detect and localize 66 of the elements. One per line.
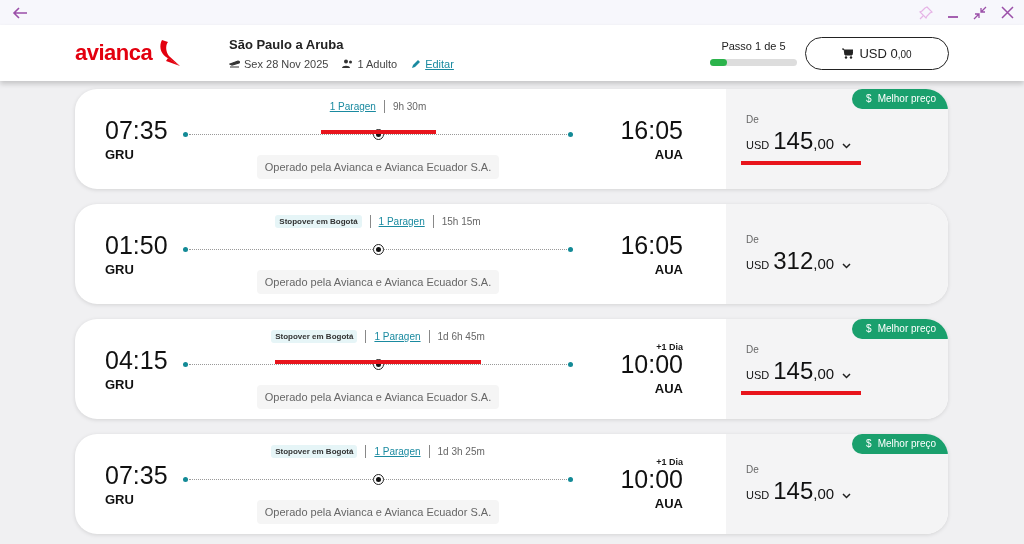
- price-button[interactable]: USD 312,00: [746, 246, 852, 275]
- from-label: De: [746, 113, 760, 125]
- chevron-down-icon: [842, 372, 852, 379]
- flight-card[interactable]: 07:35 GRU 1 Paragen 9h 30m Operado pela Avianca e Avianca Ecuador S.A. 16:05 AUA De USD 145,00 $ Melhor preço: [75, 89, 948, 189]
- departure-time: 07:35: [105, 116, 169, 143]
- operator-note: Operado pela Avianca e Avianca Ecuador S.A.: [256, 500, 500, 524]
- price-button[interactable]: USD 145,00: [746, 356, 852, 385]
- price-button[interactable]: USD 145,00: [746, 126, 852, 155]
- pencil-icon[interactable]: [411, 58, 422, 69]
- flight-card[interactable]: 01:50 GRU Stopover em Bogotá 1 Paragen 15h 15m Operado pela Avianca e Avianca Ecuador S.A. 16:05 AUA De USD 312,00: [75, 204, 948, 304]
- close-icon[interactable]: [1001, 6, 1014, 19]
- price-button[interactable]: USD 145,00: [746, 476, 852, 505]
- stops-link[interactable]: 1 Paragen: [374, 330, 421, 342]
- airport-code: GRU: [105, 491, 135, 507]
- departure-time: 01:50: [105, 231, 169, 258]
- flight-duration: 1d 6h 45m: [437, 330, 485, 342]
- airport-code: GRU: [105, 146, 135, 162]
- people-icon: [342, 59, 354, 68]
- flight-card[interactable]: 07:35 GRU Stopover em Bogotá 1 Paragen 1d 3h 25m Operado pela Avianca e Avianca Ecuador S.A. +1 Dia 10:00 AUA De USD 145,00 $ Melhor preço: [75, 434, 948, 534]
- airport-code: AUA: [654, 496, 683, 511]
- edit-link[interactable]: Editar: [425, 57, 454, 70]
- day-offset: +1 Dia: [656, 457, 683, 468]
- flight-duration: 15h 15m: [441, 215, 481, 227]
- step-label: Passo 1 de 5: [721, 40, 786, 52]
- airport-code: AUA: [654, 261, 683, 277]
- cart-icon: [842, 47, 854, 59]
- stops-link[interactable]: 1 Paragen: [374, 445, 421, 457]
- from-label: De: [746, 343, 760, 355]
- airport-code: AUA: [654, 146, 683, 162]
- arrival-time: 16:05: [620, 116, 683, 143]
- plane-takeoff-icon: [229, 59, 240, 68]
- from-label: De: [746, 463, 760, 475]
- collapse-icon[interactable]: [973, 5, 987, 20]
- passenger-count: 1 Adulto: [357, 57, 398, 70]
- flight-date: Sex 28 Nov 2025: [244, 57, 329, 70]
- flight-duration: 1d 3h 25m: [437, 445, 485, 457]
- from-label: De: [746, 233, 760, 245]
- day-offset: +1 Dia: [656, 342, 683, 353]
- flight-duration: 9h 30m: [392, 100, 427, 112]
- arrival-time: 10:00: [620, 466, 683, 492]
- airport-code: GRU: [105, 376, 135, 392]
- airport-code: AUA: [654, 381, 683, 396]
- stopover-tag: Stopover em Bogotá: [271, 444, 358, 458]
- route-title: São Paulo a Aruba: [229, 36, 345, 52]
- best-price-badge: $ Melhor preço: [852, 434, 948, 454]
- airport-code: GRU: [105, 261, 135, 277]
- chevron-down-icon: [842, 142, 852, 149]
- operator-note: Operado pela Avianca e Avianca Ecuador S.A.: [256, 155, 500, 179]
- chevron-down-icon: [842, 492, 852, 499]
- chevron-down-icon: [842, 262, 852, 269]
- back-arrow-icon[interactable]: [12, 5, 28, 20]
- flight-card[interactable]: 04:15 GRU Stopover em Bogotá 1 Paragen 1d 6h 45m Operado pela Avianca e Avianca Ecuador S.A. +1 Dia 10:00 AUA De USD 145,00 $ Melhor preço: [75, 319, 948, 419]
- stopover-tag: Stopover em Bogotá: [275, 214, 362, 228]
- cart-button[interactable]: USD 0,00: [805, 36, 949, 70]
- arrival-time: 16:05: [620, 231, 683, 258]
- departure-time: 04:15: [105, 346, 169, 373]
- stops-link[interactable]: 1 Paragen: [329, 100, 376, 112]
- operator-note: Operado pela Avianca e Avianca Ecuador S.A.: [256, 385, 500, 409]
- best-price-badge: $ Melhor preço: [852, 319, 948, 339]
- stops-link[interactable]: 1 Paragen: [378, 215, 425, 227]
- departure-time: 07:35: [105, 461, 169, 488]
- arrival-time: 10:00: [620, 351, 683, 377]
- operator-note: Operado pela Avianca e Avianca Ecuador S.A.: [256, 270, 500, 294]
- stopover-tag: Stopover em Bogotá: [271, 329, 358, 343]
- logo-text: avianca: [75, 40, 153, 66]
- best-price-badge: $ Melhor preço: [852, 89, 948, 109]
